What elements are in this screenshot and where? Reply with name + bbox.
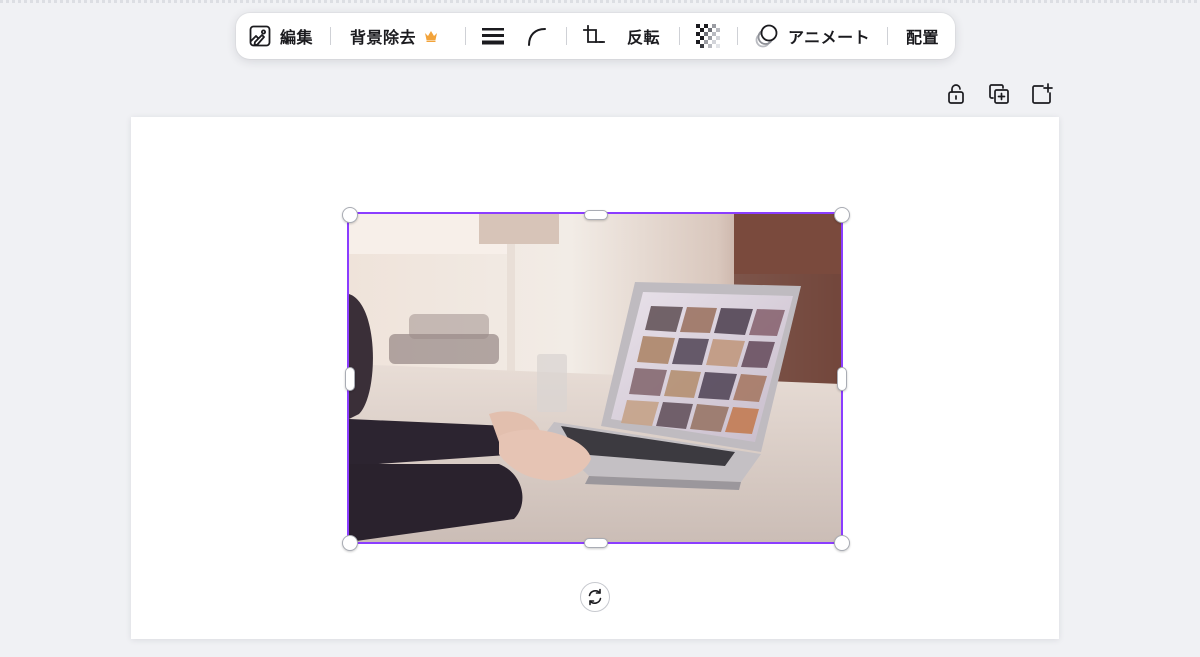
crop-icon xyxy=(583,25,605,47)
lock-button[interactable] xyxy=(942,80,970,108)
add-page-icon xyxy=(1031,83,1053,105)
image-toolbar: 編集 背景除去 反転 アニメート 配置 xyxy=(236,13,955,59)
toolbar-divider xyxy=(465,27,466,45)
resize-handle-bottom[interactable] xyxy=(584,538,608,548)
toolbar-divider xyxy=(330,27,331,45)
selected-photo[interactable] xyxy=(347,212,843,544)
resize-handle-top[interactable] xyxy=(584,210,608,220)
background-remover-button[interactable]: 背景除去 xyxy=(350,13,438,59)
resize-handle-bottom-left[interactable] xyxy=(342,535,358,551)
flip-label: 反転 xyxy=(627,28,661,47)
corner-curve-icon xyxy=(526,25,548,47)
transparency-icon xyxy=(696,24,720,48)
resize-handle-left[interactable] xyxy=(345,367,355,391)
resize-handle-top-left[interactable] xyxy=(342,207,358,223)
background-remover-label: 背景除去 xyxy=(350,28,417,47)
lock-icon xyxy=(946,83,966,105)
flip-button[interactable]: 反転 xyxy=(627,13,660,59)
toolbar-divider xyxy=(679,27,680,45)
animate-circles-icon xyxy=(754,23,780,49)
crown-icon xyxy=(424,30,438,42)
duplicate-page-button[interactable] xyxy=(985,80,1013,108)
corner-rounding-button[interactable] xyxy=(526,13,548,59)
rotate-button[interactable] xyxy=(580,582,610,612)
border-style-button[interactable] xyxy=(482,13,504,59)
duplicate-icon xyxy=(988,83,1010,105)
toolbar-divider xyxy=(566,27,567,45)
edit-label: 編集 xyxy=(280,28,314,47)
toolbar-divider xyxy=(737,27,738,45)
edit-image-button[interactable]: 編集 xyxy=(248,13,313,59)
animate-label: アニメート xyxy=(788,28,871,47)
top-divider xyxy=(0,0,1200,3)
border-weight-icon xyxy=(482,25,504,47)
add-page-button[interactable] xyxy=(1028,80,1056,108)
crop-button[interactable] xyxy=(583,13,605,59)
laptop-photo xyxy=(349,214,841,542)
resize-handle-top-right[interactable] xyxy=(834,207,850,223)
resize-handle-bottom-right[interactable] xyxy=(834,535,850,551)
rotate-icon xyxy=(586,588,604,606)
toolbar-divider xyxy=(887,27,888,45)
resize-handle-right[interactable] xyxy=(837,367,847,391)
position-label: 配置 xyxy=(906,28,940,47)
transparency-button[interactable] xyxy=(696,13,720,59)
animate-button[interactable]: アニメート xyxy=(754,13,870,59)
image-edit-icon xyxy=(248,24,272,48)
position-button[interactable]: 配置 xyxy=(906,13,939,59)
